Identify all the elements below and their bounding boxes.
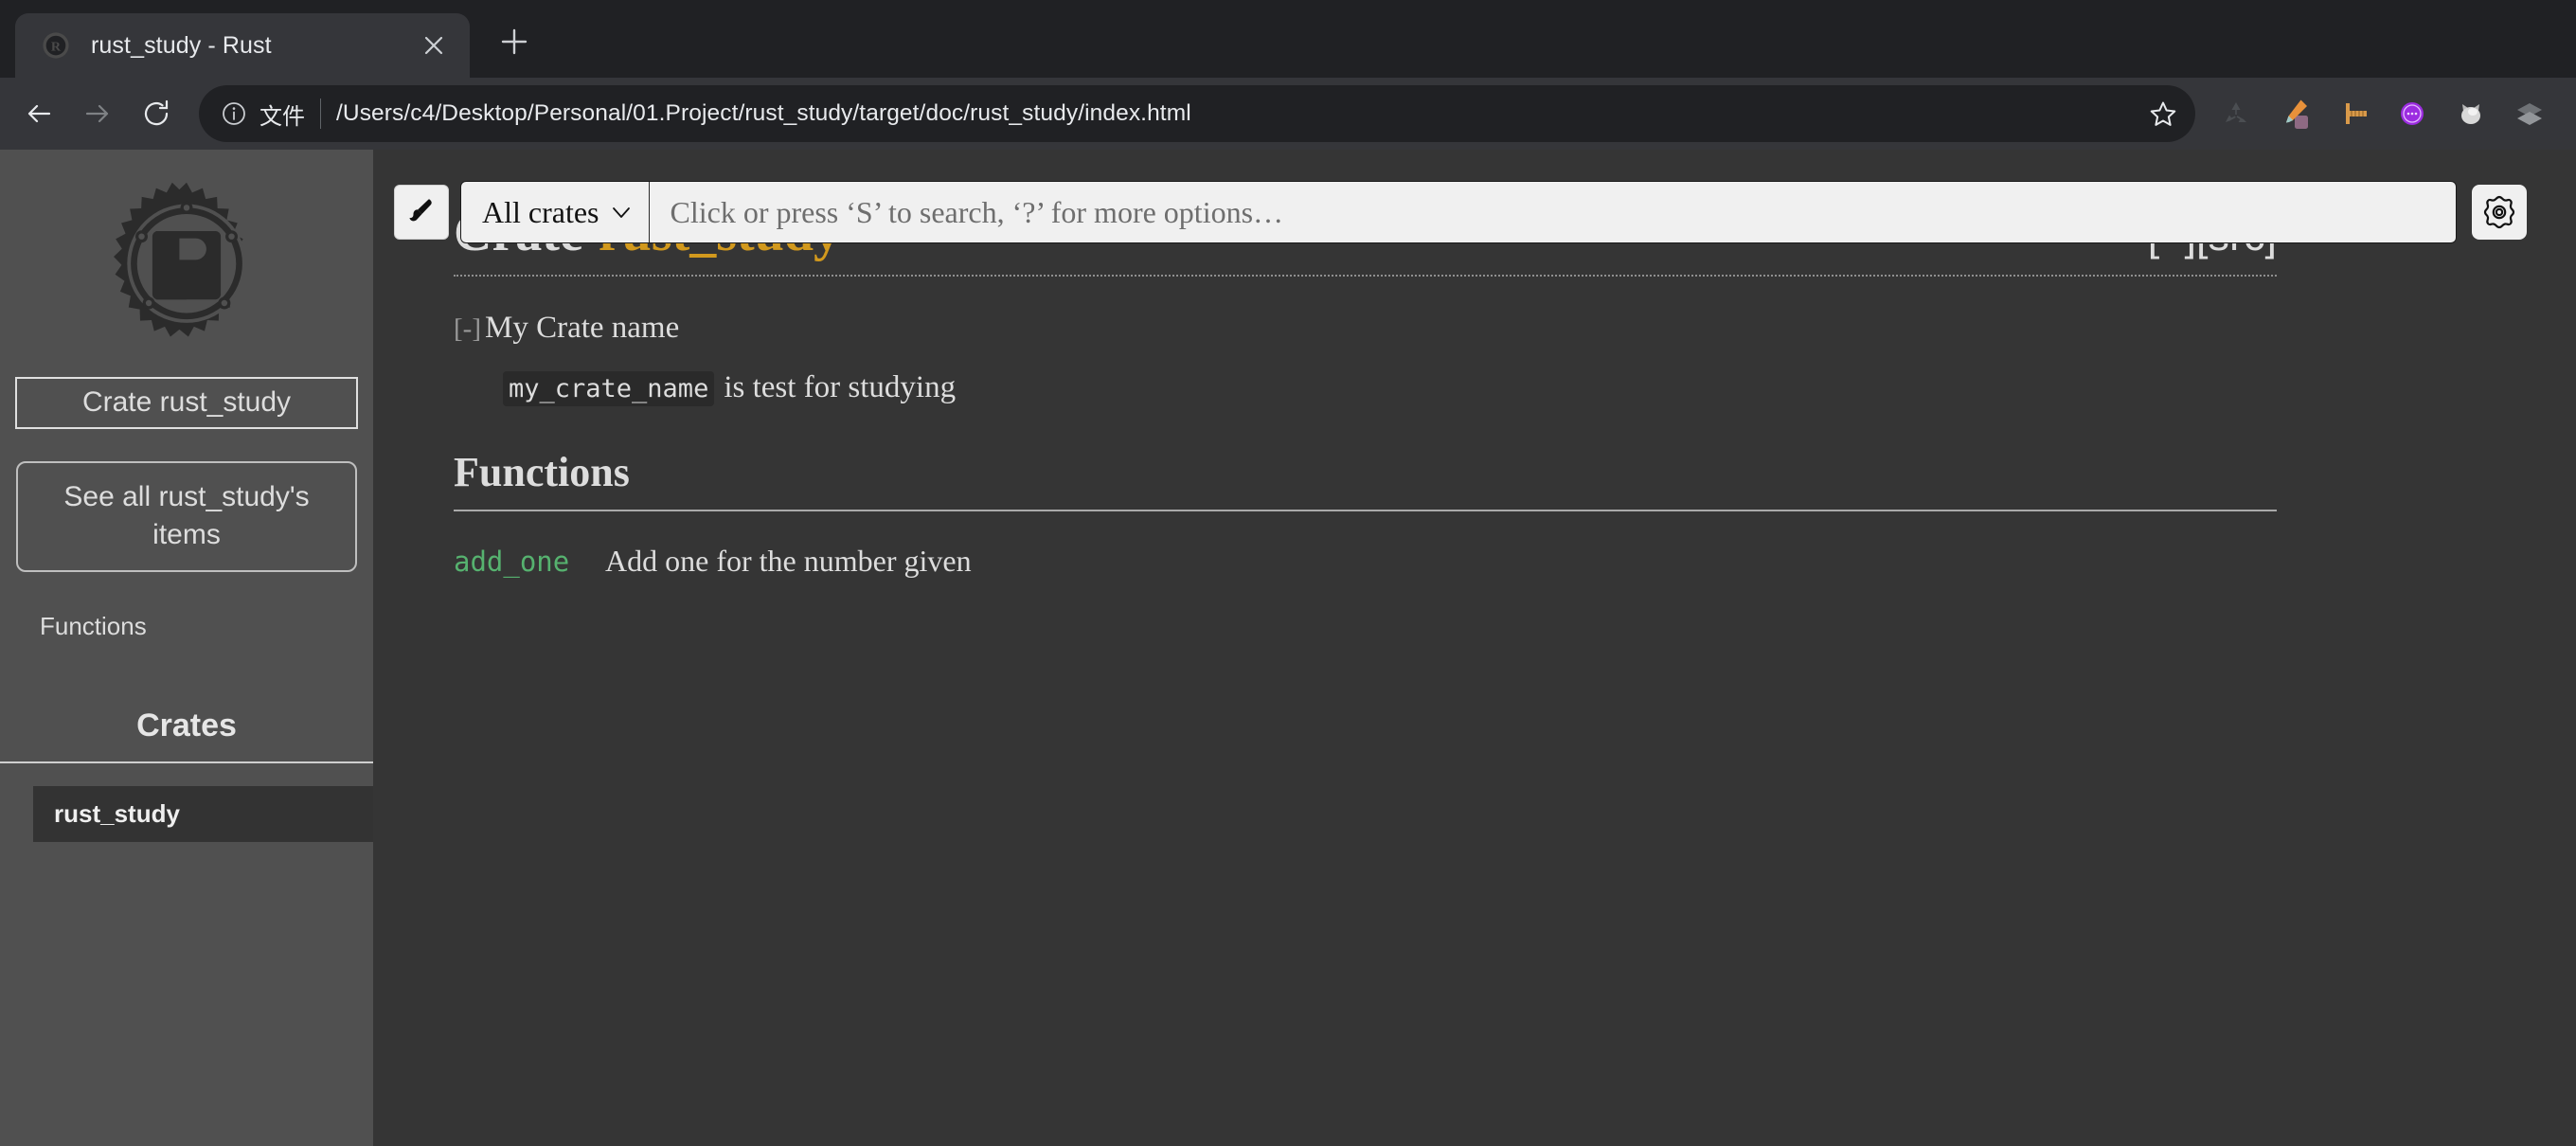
docblock-heading: [-] My Crate name [454,311,2277,346]
svg-text:R: R [51,40,62,55]
inline-code: my_crate_name [503,371,715,406]
docblock-paragraph: my_crate_name is test for studying [503,370,2277,406]
docblock-paragraph-text: is test for studying [724,370,957,404]
function-link-add-one[interactable]: add_one [454,546,605,578]
close-icon[interactable] [415,27,453,64]
url-text: /Users/c4/Desktop/Personal/01.Project/ru… [336,100,1191,126]
gear-icon [2480,191,2518,234]
info-circle-icon[interactable] [220,99,248,128]
crate-list-item-rust-study[interactable]: rust_study [33,786,373,843]
functions-section-heading: Functions [454,448,2277,511]
extension-toolbar [2207,84,2559,143]
back-button[interactable] [9,84,68,143]
crates-heading: Crates [136,707,237,744]
chevron-down-icon [609,200,634,224]
recycle-extension-icon[interactable] [2207,84,2265,143]
tab-strip: R rust_study - Rust [0,0,2576,78]
settings-button[interactable] [2472,185,2527,240]
arrow-left-icon [23,98,55,130]
collapse-toggle-button[interactable]: [-] [454,313,481,345]
tab-title: rust_study - Rust [91,31,272,59]
url-scheme-label: 文件 [259,103,305,130]
search-container: All crates Click or press ‘S’ to search,… [460,181,2457,243]
sidebar: Crate rust_study See all rust_study's it… [0,150,373,1146]
function-description: Add one for the number given [605,544,972,578]
star-outline-icon[interactable] [2137,87,2190,140]
layers-extension-icon[interactable] [2500,84,2559,143]
reload-button[interactable] [127,84,186,143]
docblock-heading-text: My Crate name [484,311,680,345]
paintbrush-icon [405,194,438,231]
omnibox-divider [320,98,321,129]
table-row: add_one Add one for the number given [454,544,2277,579]
cat-extension-icon[interactable] [2442,84,2500,143]
rust-gear-logo-icon[interactable] [92,172,281,362]
see-all-items-button[interactable]: See all rust_study's items [16,461,357,573]
sidebar-link-group: Functions [0,610,373,643]
address-bar[interactable]: 文件 /Users/c4/Desktop/Personal/01.Project… [199,85,2195,142]
browser-toolbar: 文件 /Users/c4/Desktop/Personal/01.Project… [0,78,2576,150]
purple-circle-extension-icon[interactable] [2383,84,2442,143]
sidebar-item-functions[interactable]: Functions [40,610,333,643]
crate-filter-value: All crates [482,194,599,229]
sidebar-crate-title[interactable]: Crate rust_study [15,377,358,429]
ruler-extension-icon[interactable] [2324,84,2383,143]
search-input[interactable]: Click or press ‘S’ to search, ‘?’ for mo… [650,182,2457,242]
plus-icon [498,26,530,64]
arrow-right-icon [81,98,114,130]
new-tab-button[interactable] [487,17,542,72]
main-content: Craterust_study [−][src] [-] My Crate na… [373,150,2576,1146]
theme-picker-button[interactable] [394,185,449,240]
browser-window: R rust_study - Rust 文件 /Users/c4/Desktop… [0,0,2576,1146]
rust-logo-icon: R [42,31,70,60]
rustdoc-page: Crate rust_study See all rust_study's it… [0,150,2576,1146]
forward-button[interactable] [68,84,127,143]
reload-icon [140,98,172,130]
crate-filter-select[interactable]: All crates [461,182,650,242]
eyedropper-extension-icon[interactable] [2265,84,2324,143]
crates-list: rust_study [0,763,373,843]
browser-tab[interactable]: R rust_study - Rust [15,13,470,78]
